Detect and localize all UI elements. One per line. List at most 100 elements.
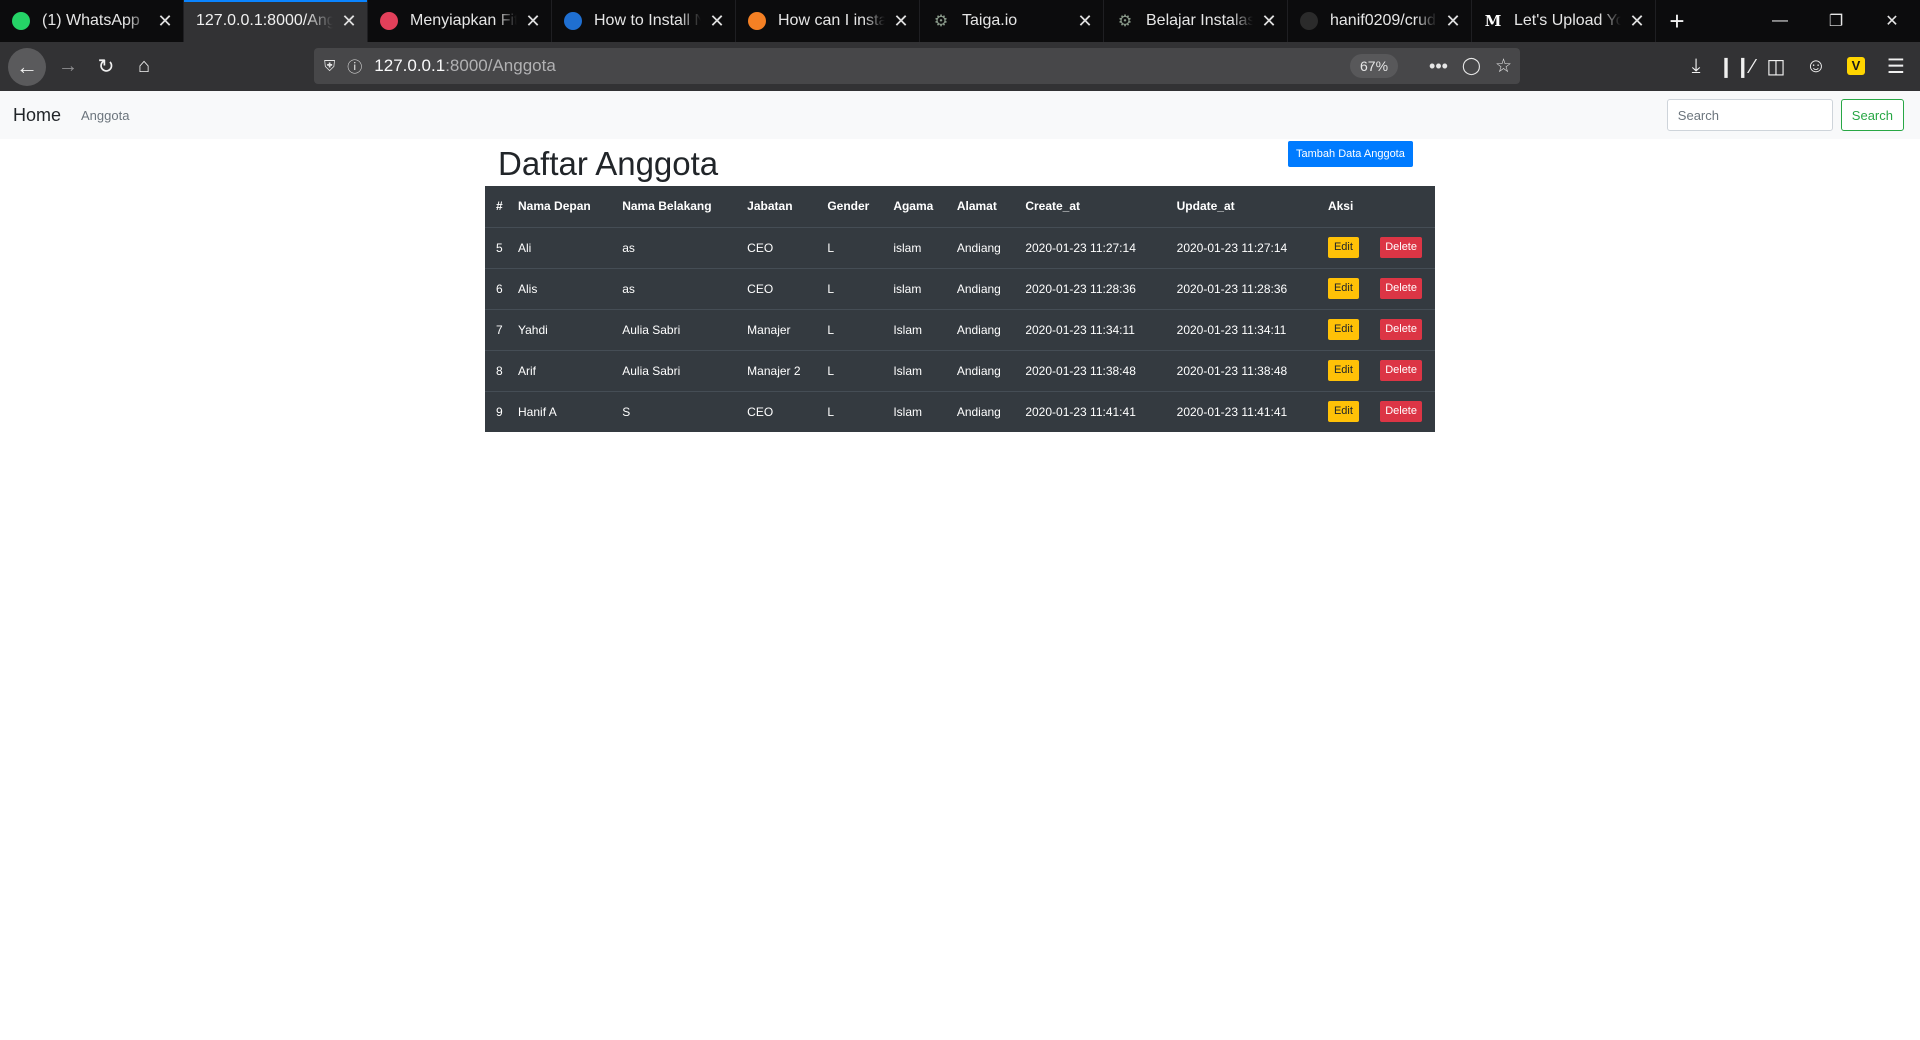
url-actions: ••• ◯ ☆ — [1429, 48, 1512, 84]
table-cell: Andiang — [945, 390, 1015, 432]
medium-icon: M — [1484, 12, 1502, 30]
table-body: 5 Ali as CEO Lislam Andiang 2020-01-23 11:27:1… — [485, 226, 1435, 432]
browser-tab[interactable]: hanif0209/crud-laravel ✕ — [1288, 0, 1472, 42]
table-cell: L — [816, 267, 883, 309]
delete-button[interactable]: Delete — [1380, 237, 1422, 258]
table-cell: 5 — [485, 226, 508, 268]
delete-button[interactable]: Delete — [1380, 401, 1422, 423]
close-icon[interactable]: ✕ — [339, 11, 359, 31]
table-cell: CEO — [736, 267, 817, 309]
table-header-row: # Nama Depan Nama Belakang Jabatan Gender Aga… — [485, 186, 1435, 228]
table-cell: 2020-01-23 11:41:41 — [1014, 390, 1166, 432]
table-cell: 2020-01-23 11:28:36 — [1014, 267, 1166, 309]
delete-button[interactable]: Delete — [1380, 319, 1422, 340]
close-window-icon[interactable]: ✕ — [1864, 0, 1920, 42]
edit-button[interactable]: Edit — [1327, 237, 1359, 258]
stackoverflow-icon — [748, 12, 766, 30]
table-cell: Aulia Sabri — [611, 308, 737, 350]
page-actions-icon[interactable]: ••• — [1429, 56, 1448, 77]
toolbar-right: ⤓ ❙❙⁄ ◫ ☺ V ☰ — [1676, 48, 1920, 84]
edit-button[interactable]: Edit — [1327, 319, 1359, 340]
delete-cell: Delete — [1369, 308, 1435, 350]
tab-title: Let's Upload Your — [1514, 12, 1621, 29]
account-icon[interactable]: ☺ — [1796, 48, 1836, 84]
table-cell: L — [816, 226, 883, 268]
url-text[interactable]: 127.0.0.1:8000/Anggota — [374, 56, 556, 76]
table-row: 9 Hanif A S CEO L Islam Andiang 2020-01-23 11:4… — [485, 390, 1435, 432]
gear-icon: ⚙ — [1117, 13, 1133, 30]
table-cell: CEO — [736, 226, 817, 268]
home-link[interactable]: Home — [13, 105, 61, 126]
close-icon[interactable]: ✕ — [1627, 11, 1647, 31]
library-icon[interactable]: ❙❙⁄ — [1716, 48, 1756, 84]
browser-tab[interactable]: 127.0.0.1:8000/Anggota ✕ — [184, 0, 368, 42]
browser-tab[interactable]: ⚙ Belajar Instalasi ✕ — [1104, 0, 1288, 42]
forward-icon[interactable]: → — [50, 49, 86, 85]
column-header: Jabatan — [736, 186, 817, 228]
close-icon[interactable]: ✕ — [1075, 11, 1095, 31]
table-cell: 2020-01-23 11:41:41 — [1165, 390, 1317, 432]
delete-button[interactable]: Delete — [1380, 360, 1422, 381]
tab-title: How to Install NodeJS — [594, 12, 701, 29]
table-cell: Manajer 2 — [736, 349, 817, 391]
back-icon[interactable]: ← — [8, 47, 46, 86]
address-bar[interactable]: ⛨ ⓘ 127.0.0.1:8000/Anggota 67% ••• ◯ ☆ — [314, 48, 1520, 84]
table-cell: 2020-01-23 11:27:14 — [1165, 226, 1317, 268]
table-cell: Andiang — [945, 267, 1015, 309]
browser-tab[interactable]: How can I install ✕ — [736, 0, 920, 42]
table-cell: Islam — [882, 308, 946, 350]
info-icon[interactable]: ⓘ — [347, 56, 362, 77]
delete-cell: Delete — [1369, 226, 1435, 268]
browser-tab[interactable]: ⚙ Taiga.io ✕ — [920, 0, 1104, 42]
table-cell: 6 — [485, 267, 508, 309]
table-cell: Islam — [882, 390, 946, 432]
extension-icon[interactable]: V — [1836, 48, 1876, 84]
page-title: Daftar Anggota — [498, 145, 719, 182]
sidebar-icon[interactable]: ◫ — [1756, 48, 1796, 84]
pocket-icon[interactable]: ◯ — [1462, 56, 1481, 76]
reload-icon[interactable]: ↻ — [88, 49, 124, 85]
table-cell: S — [611, 390, 737, 432]
close-icon[interactable]: ✕ — [707, 11, 727, 31]
browser-tab[interactable]: How to Install NodeJS ✕ — [552, 0, 736, 42]
tab-strip: (1) WhatsApp✕127.0.0.1:8000/Anggota✕Meny… — [0, 0, 1920, 42]
table-row: 5 Ali as CEO Lislam Andiang 2020-01-23 11:27:1… — [485, 226, 1435, 268]
close-icon[interactable]: ✕ — [523, 11, 543, 31]
delete-button[interactable]: Delete — [1380, 278, 1422, 299]
table-cell: Aulia Sabri — [611, 349, 737, 391]
home-icon[interactable]: ⌂ — [126, 49, 162, 85]
table-row: 7 Yahdi Aulia Sabri Manajer L Islam Andiang 202… — [485, 308, 1435, 350]
browser-tab[interactable]: Menyiapkan Fitur ✕ — [368, 0, 552, 42]
browser-tab[interactable]: M Let's Upload Your ✕ — [1472, 0, 1656, 42]
edit-button[interactable]: Edit — [1327, 278, 1359, 299]
minimize-icon[interactable]: — — [1752, 0, 1808, 42]
table-cell: L — [816, 308, 883, 350]
tab-title: 127.0.0.1:8000/Anggota — [196, 12, 333, 29]
edit-button[interactable]: Edit — [1327, 401, 1359, 423]
add-member-button[interactable]: Tambah Data Anggota — [1288, 141, 1413, 167]
table-cell: 7 — [485, 308, 508, 350]
browser-tab[interactable]: (1) WhatsApp ✕ — [0, 0, 184, 42]
edit-button[interactable]: Edit — [1327, 360, 1359, 381]
download-icon[interactable]: ⤓ — [1676, 48, 1716, 84]
restore-icon[interactable]: ❐ — [1808, 0, 1864, 42]
table-cell: as — [611, 226, 737, 268]
column-header: Create_at — [1014, 186, 1166, 228]
zoom-indicator[interactable]: 67% — [1350, 54, 1399, 78]
close-icon[interactable]: ✕ — [1443, 11, 1463, 31]
table-cell: 2020-01-23 11:38:48 — [1014, 349, 1166, 391]
bookmark-star-icon[interactable]: ☆ — [1495, 55, 1512, 78]
new-tab-button[interactable]: + — [1656, 0, 1698, 42]
search-button[interactable]: Search — [1840, 99, 1904, 131]
column-header: Aksi — [1316, 186, 1435, 228]
menu-icon[interactable]: ☰ — [1876, 48, 1916, 84]
delete-cell: Delete — [1369, 267, 1435, 309]
close-icon[interactable]: ✕ — [891, 11, 911, 31]
close-icon[interactable]: ✕ — [1259, 11, 1279, 31]
anggota-link[interactable]: Anggota — [81, 108, 129, 123]
close-icon[interactable]: ✕ — [155, 11, 175, 31]
edit-cell: Edit — [1316, 226, 1370, 268]
shield-icon[interactable]: ⛨ — [324, 58, 335, 75]
site-navbar: Home Anggota Search — [0, 91, 1920, 139]
search-input[interactable] — [1666, 99, 1833, 131]
